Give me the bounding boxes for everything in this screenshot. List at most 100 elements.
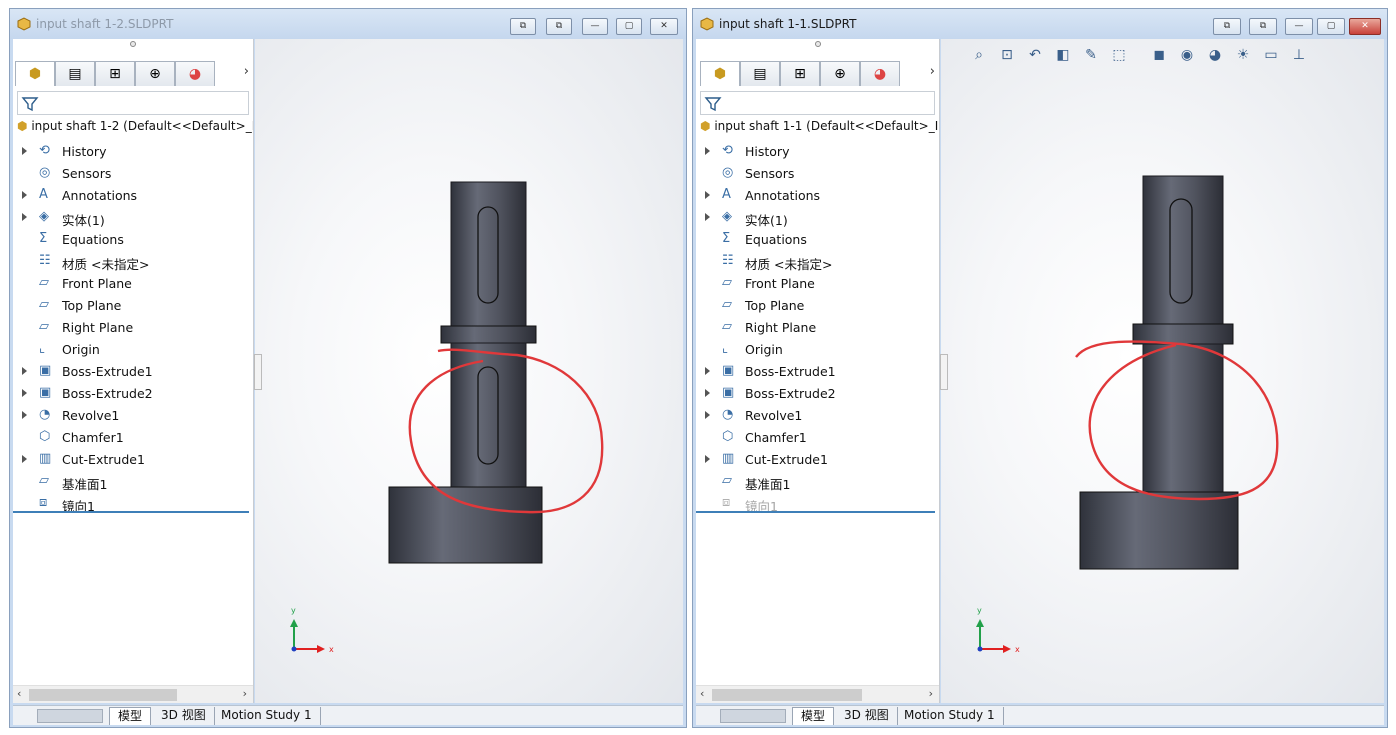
upper-shaft[interactable] [450, 181, 527, 327]
tree-item[interactable]: ☷ 材质 <未指定> [696, 251, 939, 273]
tree-item[interactable]: ▱ Top Plane [696, 295, 939, 317]
tab-motion-study[interactable]: Motion Study 1 [213, 707, 321, 725]
tree-item[interactable]: ◈ 实体(1) [696, 207, 939, 229]
expand-arrow-icon[interactable] [22, 213, 27, 221]
tree-item[interactable]: A Annotations [696, 185, 939, 207]
tree-item[interactable]: ▱ 基准面1 [13, 471, 253, 493]
tree-item[interactable]: ▱ 基准面1 [696, 471, 939, 493]
upper-shaft[interactable] [1142, 175, 1224, 325]
tile-vertical-button[interactable]: ⧉ [1249, 18, 1277, 35]
expand-arrow-icon[interactable] [22, 411, 27, 419]
tree-item[interactable]: Σ Equations [13, 229, 253, 251]
tree-item[interactable]: ⬡ Chamfer1 [13, 427, 253, 449]
base-flange[interactable] [1079, 491, 1239, 570]
scroll-thumb[interactable] [712, 689, 862, 701]
tile-horizontal-button[interactable]: ⧉ [510, 18, 536, 35]
tree-item[interactable]: ⌞ Origin [13, 339, 253, 361]
tree-root-part[interactable]: ⬢ input shaft 1-1 (Default<<Default>_I [700, 119, 939, 139]
expand-arrow-icon[interactable] [705, 389, 710, 397]
graphics-area[interactable]: y x [255, 39, 683, 703]
tab-property-manager[interactable]: ▤ [740, 61, 780, 86]
tab-3d-view[interactable]: 3D 视图 [836, 707, 898, 725]
base-flange[interactable] [388, 486, 543, 564]
tab-3d-view[interactable]: 3D 视图 [153, 707, 215, 725]
tab-configuration-manager[interactable]: ⊞ [780, 61, 820, 86]
tab-display-manager[interactable]: ◕ [860, 61, 900, 86]
expand-arrow-icon[interactable] [22, 455, 27, 463]
tree-item[interactable]: ◈ 实体(1) [13, 207, 253, 229]
feature-filter-input[interactable] [700, 91, 935, 115]
lower-shaft[interactable] [450, 342, 527, 488]
title-bar[interactable]: input shaft 1-2.SLDPRT ⧉ ⧉ — ▢ ✕ [10, 9, 686, 39]
tab-motion-study[interactable]: Motion Study 1 [896, 707, 1004, 725]
more-tabs-chevron-icon[interactable]: › [244, 64, 249, 79]
tree-item[interactable]: ▣ Boss-Extrude1 [13, 361, 253, 383]
tree-item[interactable]: Σ Equations [696, 229, 939, 251]
panel-splitter-handle[interactable] [254, 354, 262, 390]
tab-display-manager[interactable]: ◕ [175, 61, 215, 86]
tree-item[interactable]: ▱ Right Plane [696, 317, 939, 339]
tab-dimxpert-manager[interactable]: ⊕ [820, 61, 860, 86]
tree-item[interactable]: ⟲ History [696, 141, 939, 163]
expand-arrow-icon[interactable] [705, 411, 710, 419]
collar[interactable] [440, 325, 537, 344]
tree-item[interactable]: ◎ Sensors [13, 163, 253, 185]
expand-arrow-icon[interactable] [705, 367, 710, 375]
tab-model[interactable]: 模型 [109, 707, 152, 725]
scroll-left-icon[interactable]: ‹ [17, 687, 21, 700]
expand-arrow-icon[interactable] [705, 191, 710, 199]
lower-shaft[interactable] [1142, 343, 1224, 493]
rollback-bar[interactable] [696, 511, 935, 513]
scroll-thumb[interactable] [29, 689, 177, 701]
expand-arrow-icon[interactable] [22, 191, 27, 199]
expand-arrow-icon[interactable] [705, 213, 710, 221]
tree-item[interactable]: ◔ Revolve1 [696, 405, 939, 427]
graphics-area[interactable]: ⌕ ⊡ ↶ ◧ ✎ ⬚ ◼ ◉ ◕ ☀ ▭ ⊥ y x [941, 39, 1384, 703]
expand-arrow-icon[interactable] [22, 389, 27, 397]
tree-item[interactable]: ▣ Boss-Extrude2 [696, 383, 939, 405]
minimize-button[interactable]: — [1285, 18, 1313, 35]
tab-navigation-buttons[interactable] [720, 709, 786, 723]
horizontal-scrollbar[interactable]: ‹ › [13, 685, 253, 703]
tab-feature-manager[interactable]: ⬢ [700, 61, 740, 86]
tab-property-manager[interactable]: ▤ [55, 61, 95, 86]
scroll-right-icon[interactable]: › [929, 687, 933, 700]
expand-arrow-icon[interactable] [705, 455, 710, 463]
tree-item[interactable]: ⌞ Origin [696, 339, 939, 361]
tree-item[interactable]: ◔ Revolve1 [13, 405, 253, 427]
tile-horizontal-button[interactable]: ⧉ [1213, 18, 1241, 35]
expand-arrow-icon[interactable] [705, 147, 710, 155]
minimize-button[interactable]: — [582, 18, 608, 35]
tab-feature-manager[interactable]: ⬢ [15, 61, 55, 86]
tree-item[interactable]: ☷ 材质 <未指定> [13, 251, 253, 273]
close-button[interactable]: ✕ [1349, 18, 1381, 35]
tree-item[interactable]: ▣ Boss-Extrude2 [13, 383, 253, 405]
feature-filter-input[interactable] [17, 91, 249, 115]
tree-item[interactable]: A Annotations [13, 185, 253, 207]
tree-item[interactable]: ▱ Front Plane [13, 273, 253, 295]
tab-model[interactable]: 模型 [792, 707, 835, 725]
tree-item[interactable]: ▥ Cut-Extrude1 [13, 449, 253, 471]
scroll-right-icon[interactable]: › [243, 687, 247, 700]
maximize-button[interactable]: ▢ [616, 18, 642, 35]
rollback-bar[interactable] [13, 511, 249, 513]
tree-item[interactable]: ⟲ History [13, 141, 253, 163]
horizontal-scrollbar[interactable]: ‹ › [696, 685, 939, 703]
close-button[interactable]: ✕ [650, 18, 678, 35]
expand-arrow-icon[interactable] [22, 367, 27, 375]
tab-dimxpert-manager[interactable]: ⊕ [135, 61, 175, 86]
panel-splitter-handle[interactable] [940, 354, 948, 390]
maximize-button[interactable]: ▢ [1317, 18, 1345, 35]
tile-vertical-button[interactable]: ⧉ [546, 18, 572, 35]
tree-item[interactable]: ▱ Front Plane [696, 273, 939, 295]
tab-navigation-buttons[interactable] [37, 709, 103, 723]
tree-item[interactable]: ▱ Right Plane [13, 317, 253, 339]
title-bar[interactable]: input shaft 1-1.SLDPRT ⧉ ⧉ — ▢ ✕ [693, 9, 1387, 39]
scroll-left-icon[interactable]: ‹ [700, 687, 704, 700]
panel-grip-handle[interactable] [814, 41, 821, 47]
expand-arrow-icon[interactable] [22, 147, 27, 155]
tree-item[interactable]: ▥ Cut-Extrude1 [696, 449, 939, 471]
tree-item[interactable]: ▣ Boss-Extrude1 [696, 361, 939, 383]
tree-item[interactable]: ◎ Sensors [696, 163, 939, 185]
tab-configuration-manager[interactable]: ⊞ [95, 61, 135, 86]
